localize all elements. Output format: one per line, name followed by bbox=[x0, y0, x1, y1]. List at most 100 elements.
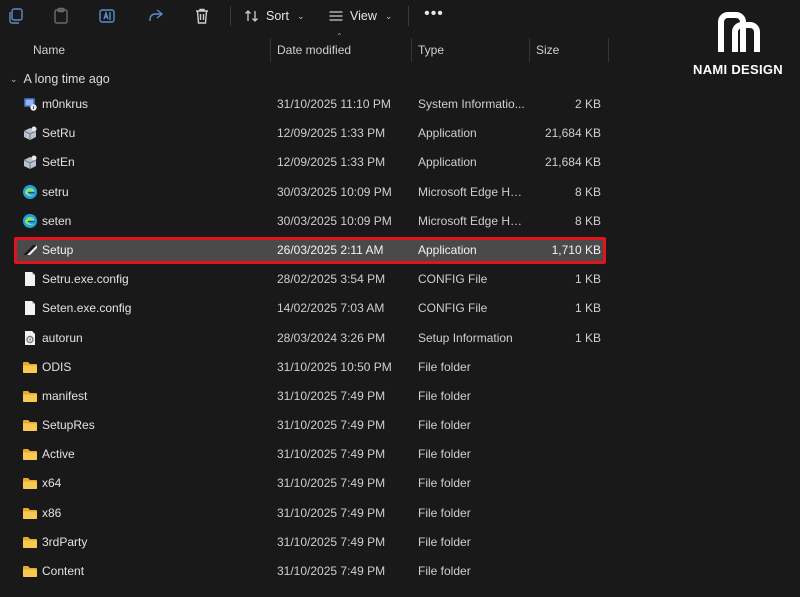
file-type: File folder bbox=[418, 447, 471, 462]
file-type: File folder bbox=[418, 534, 471, 549]
setup-info-icon bbox=[22, 330, 38, 346]
table-row[interactable]: SetEn 12/09/2025 1:33 PM Application 21,684… bbox=[0, 148, 800, 177]
folder-icon bbox=[22, 475, 38, 491]
file-name: Active bbox=[42, 447, 75, 462]
group-header[interactable]: ⌄ A long time ago bbox=[10, 70, 110, 88]
file-name: setru bbox=[42, 184, 69, 199]
table-row[interactable]: autorun 28/03/2024 3:26 PM Setup Informati… bbox=[0, 324, 800, 353]
file-date-modified: 31/10/2025 7:49 PM bbox=[277, 388, 386, 403]
more-options-button[interactable]: ••• bbox=[424, 4, 444, 28]
file-name: m0nkrus bbox=[42, 97, 89, 111]
folder-icon bbox=[22, 388, 38, 404]
folder-icon bbox=[22, 505, 38, 521]
installer-icon bbox=[22, 154, 38, 170]
table-row[interactable]: SetRu 12/09/2025 1:33 PM Application 21,684… bbox=[0, 119, 800, 148]
command-bar: Sort ⌄ View ⌄ ••• bbox=[0, 0, 800, 32]
file-size: 2 KB bbox=[574, 97, 601, 111]
chevron-down-icon: ⌄ bbox=[384, 10, 393, 21]
file-type: File folder bbox=[418, 564, 471, 578]
file-date-modified: 28/02/2025 3:54 PM bbox=[277, 272, 386, 287]
file-name: x64 bbox=[42, 476, 62, 491]
nami-design-logo: NAMI DESIGN bbox=[684, 12, 792, 80]
file-date-modified: 30/03/2025 10:09 PM bbox=[277, 184, 392, 199]
autodesk-icon bbox=[22, 242, 38, 258]
table-row[interactable]: Content 31/10/2025 7:49 PM File folder bbox=[0, 557, 800, 586]
view-label: View bbox=[350, 9, 377, 23]
table-row[interactable]: setru 30/03/2025 10:09 PM Microsoft Edge H… bbox=[0, 178, 800, 207]
file-date-modified: 30/03/2025 10:09 PM bbox=[277, 213, 392, 228]
file-icon bbox=[22, 300, 38, 316]
file-date-modified: 26/03/2025 2:11 AM bbox=[277, 242, 384, 257]
file-type: Microsoft Edge HT... bbox=[418, 213, 526, 228]
file-type: Application bbox=[418, 155, 477, 170]
table-row[interactable]: Setru.exe.config 28/02/2025 3:54 PM CONFIG… bbox=[0, 265, 800, 294]
file-type: File folder bbox=[418, 388, 471, 403]
column-type[interactable]: Type bbox=[418, 38, 444, 62]
sort-button[interactable]: Sort ⌄ bbox=[244, 4, 304, 28]
table-row-selected[interactable]: Setup 26/03/2025 2:11 AM Application 1,710 … bbox=[0, 236, 800, 265]
file-type: Application bbox=[418, 242, 477, 257]
column-divider[interactable] bbox=[270, 38, 271, 62]
file-explorer-window: Sort ⌄ View ⌄ ••• ⌃ Name Date modified T… bbox=[0, 0, 800, 597]
table-row[interactable]: ODIS 31/10/2025 10:50 PM File folder bbox=[0, 353, 800, 382]
edge-icon bbox=[22, 213, 38, 229]
file-name: autorun bbox=[42, 330, 83, 345]
file-size: 8 KB bbox=[574, 184, 601, 199]
table-row[interactable]: 3rdParty 31/10/2025 7:49 PM File folder bbox=[0, 528, 800, 557]
file-date-modified: 31/10/2025 7:49 PM bbox=[277, 534, 386, 549]
file-size: 1 KB bbox=[574, 272, 601, 287]
table-row[interactable]: Active 31/10/2025 7:49 PM File folder bbox=[0, 440, 800, 469]
file-size: 1,710 KB bbox=[551, 242, 601, 257]
table-row[interactable]: SetupRes 31/10/2025 7:49 PM File folder bbox=[0, 411, 800, 440]
view-button[interactable]: View ⌄ bbox=[328, 4, 392, 28]
table-row[interactable]: x64 31/10/2025 7:49 PM File folder bbox=[0, 469, 800, 498]
file-size: 21,684 KB bbox=[544, 155, 601, 170]
copy-icon[interactable] bbox=[5, 5, 27, 27]
table-row[interactable]: manifest 31/10/2025 7:49 PM File folder bbox=[0, 382, 800, 411]
table-row[interactable]: m0nkrus 31/10/2025 11:10 PM System Informa… bbox=[0, 90, 800, 119]
file-name: SetEn bbox=[42, 155, 75, 170]
file-type: Application bbox=[418, 126, 477, 141]
file-date-modified: 31/10/2025 11:10 PM bbox=[277, 97, 391, 111]
toolbar-divider bbox=[408, 6, 409, 26]
logo-text: NAMI DESIGN bbox=[693, 62, 783, 77]
column-divider[interactable] bbox=[411, 38, 412, 62]
table-row[interactable]: Seten.exe.config 14/02/2025 7:03 AM CONFIG… bbox=[0, 294, 800, 323]
folder-icon bbox=[22, 446, 38, 462]
file-type: File folder bbox=[418, 418, 471, 433]
share-icon[interactable] bbox=[144, 5, 166, 27]
file-date-modified: 31/10/2025 7:49 PM bbox=[277, 505, 386, 520]
group-label: A long time ago bbox=[23, 72, 110, 86]
chevron-down-icon: ⌄ bbox=[296, 10, 305, 21]
column-date-modified[interactable]: Date modified bbox=[277, 38, 351, 62]
file-date-modified: 12/09/2025 1:33 PM bbox=[277, 155, 386, 170]
view-icon bbox=[329, 11, 343, 21]
file-date-modified: 28/03/2024 3:26 PM bbox=[277, 330, 386, 345]
system-info-icon bbox=[22, 96, 38, 112]
sort-label: Sort bbox=[266, 9, 289, 23]
file-name: Setup bbox=[42, 242, 74, 257]
folder-icon bbox=[22, 563, 38, 579]
column-size[interactable]: Size bbox=[536, 38, 559, 62]
column-divider[interactable] bbox=[608, 38, 609, 62]
file-size: 1 KB bbox=[574, 301, 601, 316]
paste-icon[interactable] bbox=[50, 5, 72, 27]
folder-icon bbox=[22, 534, 38, 550]
file-list: m0nkrus 31/10/2025 11:10 PM System Informa… bbox=[0, 90, 800, 586]
column-name[interactable]: Name bbox=[33, 38, 65, 62]
file-date-modified: 31/10/2025 7:49 PM bbox=[277, 476, 386, 491]
rename-icon[interactable] bbox=[96, 5, 118, 27]
file-date-modified: 31/10/2025 10:50 PM bbox=[277, 359, 392, 374]
nami-logo-mark bbox=[718, 12, 760, 52]
sort-icon bbox=[245, 10, 258, 22]
file-name: 3rdParty bbox=[42, 534, 88, 549]
column-divider[interactable] bbox=[529, 38, 530, 62]
file-type: File folder bbox=[418, 359, 471, 374]
table-row[interactable]: seten 30/03/2025 10:09 PM Microsoft Edge H… bbox=[0, 207, 800, 236]
table-row[interactable]: x86 31/10/2025 7:49 PM File folder bbox=[0, 499, 800, 528]
file-type: File folder bbox=[418, 505, 471, 520]
installer-icon bbox=[22, 125, 38, 141]
delete-icon[interactable] bbox=[191, 5, 213, 27]
folder-icon bbox=[22, 417, 38, 433]
file-type: System Informatio... bbox=[418, 97, 525, 111]
